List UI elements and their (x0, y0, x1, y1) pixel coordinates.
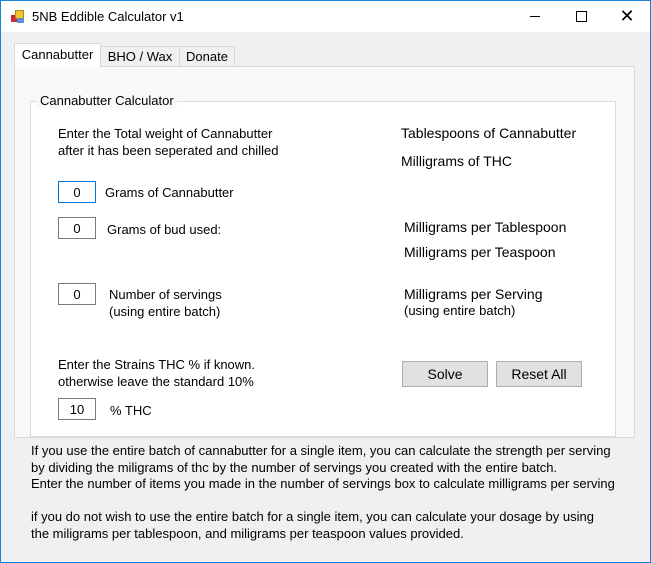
minimize-button[interactable] (512, 1, 558, 32)
reset-all-button[interactable]: Reset All (496, 361, 582, 387)
title-bar: 5NB Eddible Calculator v1 ✕ (1, 1, 650, 32)
result-tablespoons-label: Tablespoons of Cannabutter (401, 125, 577, 141)
thc-percent-label: % THC (110, 403, 152, 418)
servings-label-line-1: Number of servings (109, 287, 222, 302)
tab-donate[interactable]: Donate (179, 46, 235, 66)
servings-input[interactable] (58, 283, 96, 305)
instruction-line-2: after it has been seperated and chilled (58, 143, 279, 158)
tab-cannabutter[interactable]: Cannabutter (14, 43, 101, 67)
maximize-icon (575, 11, 587, 22)
servings-label-line-2: (using entire batch) (109, 304, 221, 319)
result-mg-per-tsp-label: Milligrams per Teaspoon (404, 244, 556, 260)
thc-percent-input[interactable] (58, 398, 96, 420)
minimize-icon (530, 16, 540, 17)
result-mg-per-tbsp-label: Milligrams per Tablespoon (404, 219, 567, 235)
result-mg-per-serving-sublabel: (using entire batch) (404, 303, 516, 318)
grams-cannabutter-input[interactable] (58, 181, 96, 203)
solve-button[interactable]: Solve (402, 361, 488, 387)
instruction-line-1: Enter the Total weight of Cannabutter (58, 126, 273, 141)
app-icon (11, 9, 25, 23)
thc-instruction-line-1: Enter the Strains THC % if known. (58, 357, 256, 372)
tab-bho-wax[interactable]: BHO / Wax (100, 46, 180, 66)
grams-bud-input[interactable] (58, 217, 96, 239)
help-text: If you use the entire batch of cannabutt… (31, 443, 615, 541)
window-title: 5NB Eddible Calculator v1 (32, 9, 184, 24)
maximize-button[interactable] (558, 1, 604, 32)
grams-cannabutter-label: Grams of Cannabutter (105, 185, 234, 200)
result-mg-per-serving-label: Milligrams per Serving (404, 286, 543, 302)
thc-instruction-line-2: otherwise leave the standard 10% (58, 374, 254, 389)
grams-bud-label: Grams of bud used: (107, 222, 222, 237)
group-title: Cannabutter Calculator (37, 93, 177, 109)
result-mg-thc-label: Milligrams of THC (401, 153, 512, 169)
close-icon: ✕ (619, 5, 635, 27)
close-button[interactable]: ✕ (604, 1, 650, 32)
